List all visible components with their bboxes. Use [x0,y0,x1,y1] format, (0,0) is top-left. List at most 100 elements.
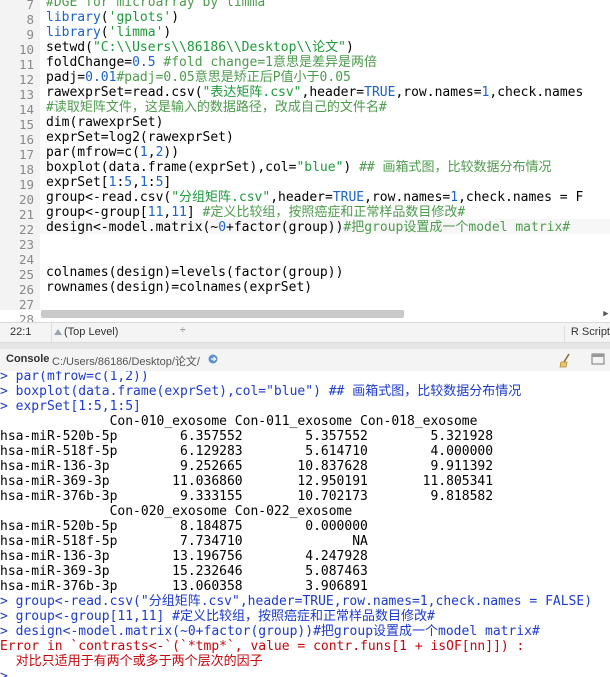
console-input-line: > group<-read.csv("分组矩阵.csv",header=TRUE… [0,594,593,609]
code-token: exprSet=log2(rawexprSet) [46,130,234,145]
code-token: library [46,10,101,25]
console-output-line: hsa-miR-520b-5p 8.184875 0.000000 [0,519,368,534]
console-output-line: hsa-miR-518f-5p 7.734710 NA [0,534,368,549]
code-line[interactable]: foldChange=0.5 #fold change=1意思是差异是两倍 [46,55,377,70]
code-token: exprSet[ [46,175,109,190]
code-line[interactable]: dim(rawexprSet) [46,115,163,130]
code-token: design<-model.matrix(~ [46,220,219,235]
scroll-right-icon[interactable]: ▶ [600,308,610,320]
console-error-line: Error in `contrasts<-`(`*tmp*`, value = … [0,639,525,654]
line-number: 8 [26,12,34,27]
code-line[interactable]: setwd("C:\\Users\\86186\\Desktop\\论文") [46,40,354,55]
code-line[interactable]: design<-model.matrix(~0+factor(group))#把… [46,220,570,235]
code-token: 5 [124,175,133,190]
horizontal-scrollbar[interactable]: ▶ [40,308,610,320]
code-token: 1 [139,175,148,190]
code-token: par(mfrow=c( [46,145,140,160]
code-token: 0.5 [132,55,156,70]
code-token: boxplot(data.frame(exprSet),col= [46,160,297,175]
console-output-line: hsa-miR-369-3p 15.232646 5.087463 [0,564,368,579]
console-output[interactable]: > par(mfrow=c(1,2)) > boxplot(data.frame(… [0,371,610,677]
code-token: group<-group[ [46,205,148,220]
line-number: 27 [18,297,34,312]
code-token: dim(rawexprSet) [46,115,164,130]
minimize-icon[interactable] [590,352,606,366]
code-line[interactable]: exprSet[1:5,1:5] [46,175,171,190]
code-token: "C:\\Users\\86186\\Desktop\\论文" [92,40,346,55]
cursor-position: 22:1 [10,326,32,338]
code-line[interactable]: group<-read.csv("分组矩阵.csv",header=TRUE,r… [46,190,583,205]
clear-console-icon[interactable] [558,352,576,368]
code-line[interactable]: library('gplots') [46,10,179,25]
console-output-line: hsa-miR-376b-3p 9.333155 10.702173 9.818… [0,489,494,504]
console-input-line: > group<-group[11,11] #定义比较组，按照癌症和正常样品数目… [0,609,435,624]
scope-selector[interactable]: (Top Level) ÷ [51,323,282,342]
line-number: 16 [18,132,34,147]
console-input-line: > design<-model.matrix(~0+factor(group))… [0,624,540,639]
code-token: colnames(design)=levels(factor(group)) [46,265,344,280]
code-token: ,row.names= [364,190,451,205]
code-token: )) [163,145,180,160]
line-number: 10 [18,42,34,57]
line-number: 15 [18,117,34,132]
console-header: Console C:/Users/86186/Desktop/论文/ [0,349,610,372]
code-line[interactable]: rownames(design)=colnames(exprSet) [46,280,312,295]
file-type-selector[interactable]: R Script [563,326,610,342]
code-token: : [147,175,156,190]
code-token: TRUE [364,85,396,100]
code-token: rawexprSet=read.csv( [46,85,203,100]
code-token: 'gplots' [108,10,172,25]
code-token: ,check.names [489,85,584,100]
go-to-directory-icon[interactable] [208,354,218,364]
code-token: rownames(design)=colnames(exprSet) [46,280,313,295]
code-token: ,header= [270,190,333,205]
scrollbar-thumb[interactable] [41,310,404,318]
console-input-line: > exprSet[1:5,1:5] [0,399,141,414]
console-output-line: hsa-miR-369-3p 11.036860 12.950191 11.80… [0,474,494,489]
chevron-down-icon: ÷ [180,325,186,336]
console-output-line: hsa-miR-518f-5p 6.129283 5.614710 4.0000… [0,444,494,459]
console-input-line: > par(mfrow=c(1,2)) [0,371,149,384]
console-output-line: Con-010_exosome Con-011_exosome Con-018_… [0,414,478,429]
line-number: 21 [18,207,34,222]
line-number: 22 [18,222,34,237]
code-token: ) [343,160,360,175]
console-output-line: hsa-miR-136-3p 13.196756 4.247928 [0,549,368,564]
code-token: ,check.names = F [458,190,584,205]
code-line[interactable]: group<-group[11,11] #定义比较组，按照癌症和正常样品数目修改… [46,205,465,220]
code-token: ,row.names= [395,85,482,100]
console-tab[interactable]: Console [6,353,49,365]
line-number: 9 [26,27,34,42]
code-line[interactable]: #读取矩阵文件，这是输入的数据路径，改成自己的文件名# [46,100,387,115]
code-token: , [132,175,140,190]
line-number: 17 [18,147,34,162]
console-output-line: hsa-miR-520b-5p 6.357552 5.357552 5.3219… [0,429,494,444]
code-line[interactable]: library('limma') [46,25,171,40]
line-number: 13 [18,87,34,102]
code-token: ] [186,205,203,220]
working-directory: C:/Users/86186/Desktop/论文/ [52,356,200,368]
scope-label: (Top Level) [64,326,119,338]
script-editor[interactable]: 7 8 9 10 11 12 13 14 15 16 17 18 19 20 21 22 23 24 25 26 27 2… [0,0,610,324]
code-token: +factor(group)) [226,220,344,235]
code-token: #DGE for microarray by limma [46,0,266,10]
code-line[interactable]: par(mfrow=c(1,2)) [46,145,179,160]
code-line[interactable]: exprSet=log2(rawexprSet) [46,130,234,145]
line-number: 14 [18,102,34,117]
code-token: setwd( [46,40,93,55]
code-line[interactable]: colnames(design)=levels(factor(group)) [46,265,343,280]
code-token: 1 [139,145,148,160]
code-token: group<-read.csv( [46,190,172,205]
code-line[interactable]: rawexprSet=read.csv("表达矩阵.csv",header=TR… [46,85,583,100]
code-token: "分组矩阵.csv" [171,190,271,205]
console-output-line: hsa-miR-376b-3p 13.060358 3.906891 [0,579,368,594]
code-token: library [46,25,101,40]
code-token: 11 [147,205,164,220]
code-line[interactable]: padj=0.01#padj=0.05意思是矫正后P值小于0.05 [46,70,351,85]
code-token: 'limma' [108,25,164,40]
code-line[interactable]: boxplot(data.frame(exprSet),col="blue") … [46,160,552,175]
code-token: , [147,145,156,160]
code-line[interactable]: #DGE for microarray by limma [46,0,265,10]
code-token: 0.01 [85,70,117,85]
console-input-line: > boxplot(data.frame(exprSet),col="blue"… [0,384,522,399]
